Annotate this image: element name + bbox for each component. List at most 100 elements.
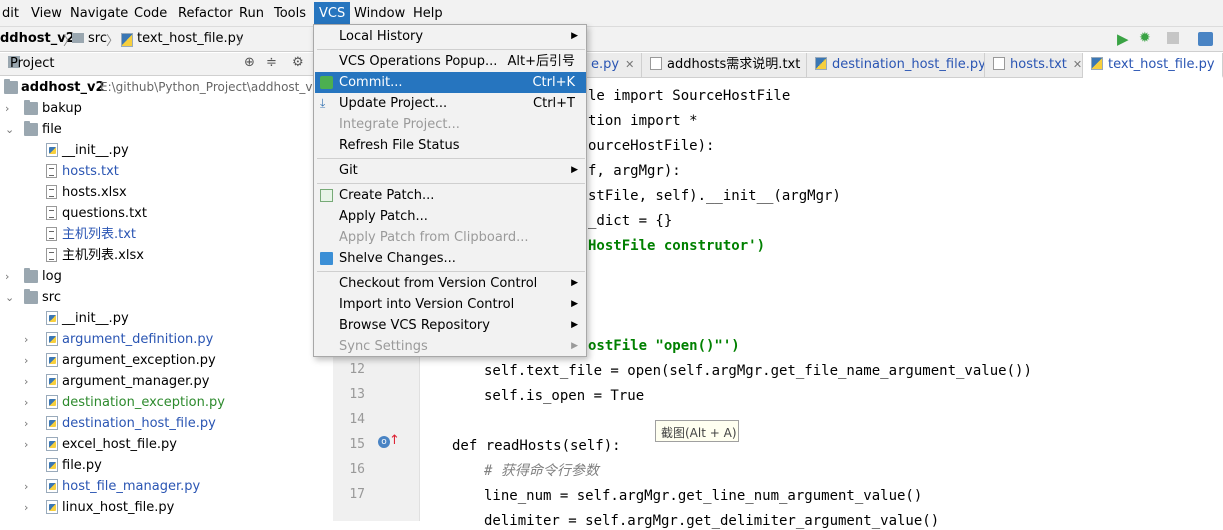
submenu-arrow-icon: ▶ [571,299,578,309]
menu-code[interactable]: Code [134,5,167,22]
project-panel-title[interactable]: Project [10,56,54,71]
menu-run[interactable]: Run [239,5,264,22]
menu-item-commit[interactable]: Commit... Ctrl+K [315,72,586,93]
menu-item-sync-settings[interactable]: Sync Settings ▶ [315,336,586,357]
menu-item-create-patch[interactable]: Create Patch... [315,185,586,206]
menu-item-checkout[interactable]: Checkout from Version Control ▶ [315,273,586,294]
line-number: 12 [349,362,365,377]
code-line: self.is_open = True [484,388,645,404]
menu-refactor[interactable]: Refactor [178,5,233,22]
tree-item[interactable]: › argument_definition.py [0,329,333,350]
python-file-icon [815,57,827,70]
code-line: le import SourceHostFile [588,88,791,104]
chevron-right-icon[interactable]: › [5,266,15,287]
breadcrumb-folder[interactable]: src [88,31,107,46]
tree-item[interactable]: › excel_host_file.py [0,434,333,455]
chevron-right-icon[interactable]: › [24,371,34,392]
collapse-icon[interactable]: ≑ [266,55,277,70]
submenu-arrow-icon: ▶ [571,320,578,330]
menu-item-browse-repository[interactable]: Browse VCS Repository ▶ [315,315,586,336]
python-file-icon [46,479,58,493]
tree-item[interactable]: › linux_host_file.py [0,497,333,518]
menu-item-apply-patch[interactable]: Apply Patch... [315,206,586,227]
debug-icon[interactable]: ✹ [1139,30,1151,46]
tree-item[interactable]: › destination_host_file.py [0,413,333,434]
locate-icon[interactable]: ⊕ [244,55,255,70]
tab-addhosts-doc[interactable]: addhosts需求说明.txt✕ [642,53,807,78]
tree-item[interactable]: › host_file_manager.py [0,476,333,497]
menu-item-shelve-changes[interactable]: Shelve Changes... [315,248,586,269]
tab-hosts-txt[interactable]: hosts.txt ✕ [985,53,1083,78]
menu-item-vcs-operations-popup[interactable]: VCS Operations Popup... Alt+后引号 [315,51,586,72]
tree-item[interactable]: __init__.py [0,140,333,161]
chevron-right-icon[interactable]: › [24,497,34,518]
run-icon[interactable]: ▶ [1117,30,1129,48]
menu-item-integrate-project[interactable]: Integrate Project... [315,114,586,135]
tab-destination-host-file[interactable]: destination_host_file.py✕ [807,53,985,78]
update-icon: ⤓ [320,96,326,110]
tab-text-host-file[interactable]: text_host_file.py✕ [1083,53,1223,78]
menu-vcs[interactable]: VCS [314,2,351,25]
tree-item[interactable]: ⌄ file [0,119,333,140]
gear-icon[interactable]: ⚙ [292,55,304,70]
commit-icon [320,76,333,89]
menu-window[interactable]: Window [354,5,405,22]
chevron-right-icon[interactable]: › [24,392,34,413]
chevron-down-icon[interactable]: ⌄ [5,287,15,308]
chevron-right-icon[interactable]: › [24,350,34,371]
tab-e-py[interactable]: e.py ✕ [587,53,642,78]
chevron-right-icon[interactable]: › [5,98,15,119]
navigation-bar: ddhost_v2 〉 src 〉 text_host_file.py 〉 ad… [0,27,1223,76]
menu-item-refresh-file-status[interactable]: Refresh File Status [315,135,586,156]
code-line: ostFile "open()"') [588,338,740,354]
tree-item[interactable]: hosts.txt [0,161,333,182]
python-file-icon [46,458,58,472]
line-number: 14 [349,412,365,427]
code-line: ourceHostFile): [588,138,715,154]
stop-icon[interactable] [1167,32,1179,44]
menu-item-update-project[interactable]: ⤓ Update Project... Ctrl+T [315,93,586,114]
tree-item[interactable]: 主机列表.txt [0,224,333,245]
menu-item-local-history[interactable]: Local History ▶ [315,26,586,47]
menu-divider [317,158,585,159]
menu-view[interactable]: View [31,5,62,22]
tree-item[interactable]: ▾ addhost_v2 E:\github\Python_Project\ad… [0,77,333,98]
text-file-icon [650,57,662,70]
menu-item-apply-patch-clipboard[interactable]: Apply Patch from Clipboard... [315,227,586,248]
menu-tools[interactable]: Tools [274,5,306,22]
code-line: delimiter = self.argMgr.get_delimiter_ar… [484,513,940,529]
chevron-right-icon[interactable]: › [24,476,34,497]
menu-item-import[interactable]: Import into Version Control ▶ [315,294,586,315]
tree-item[interactable]: › argument_exception.py [0,350,333,371]
text-file-icon [46,164,57,178]
breadcrumb-file[interactable]: text_host_file.py [137,31,244,46]
tree-item[interactable]: › argument_manager.py [0,371,333,392]
project-structure-icon[interactable] [1198,32,1213,46]
tree-item[interactable]: questions.txt [0,203,333,224]
close-icon[interactable]: ✕ [1073,58,1082,71]
tree-item[interactable]: __init__.py [0,308,333,329]
menu-help[interactable]: Help [413,5,443,22]
chevron-right-icon[interactable]: › [24,329,34,350]
menu-divider [317,49,585,50]
code-line: tion import * [588,113,698,129]
python-file-icon [46,311,58,325]
menu-item-git[interactable]: Git ▶ [315,160,586,181]
menu-edit[interactable]: dit [2,5,19,22]
chevron-right-icon[interactable]: › [24,434,34,455]
close-icon[interactable]: ✕ [625,58,634,71]
tree-item[interactable]: 主机列表.xlsx [0,245,333,266]
submenu-arrow-icon: ▶ [571,165,578,175]
chevron-right-icon[interactable]: › [24,413,34,434]
menu-navigate[interactable]: Navigate [70,5,128,22]
tree-item[interactable]: › destination_exception.py [0,392,333,413]
tree-item[interactable]: file.py [0,455,333,476]
python-file-icon [121,31,133,49]
tree-item[interactable]: hosts.xlsx [0,182,333,203]
tree-item[interactable]: ⌄ src [0,287,333,308]
chevron-down-icon[interactable]: ⌄ [5,119,15,140]
tree-item[interactable]: › log [0,266,333,287]
tree-item[interactable]: › bakup [0,98,333,119]
line-number: 16 [349,462,365,477]
menu-divider [317,183,585,184]
